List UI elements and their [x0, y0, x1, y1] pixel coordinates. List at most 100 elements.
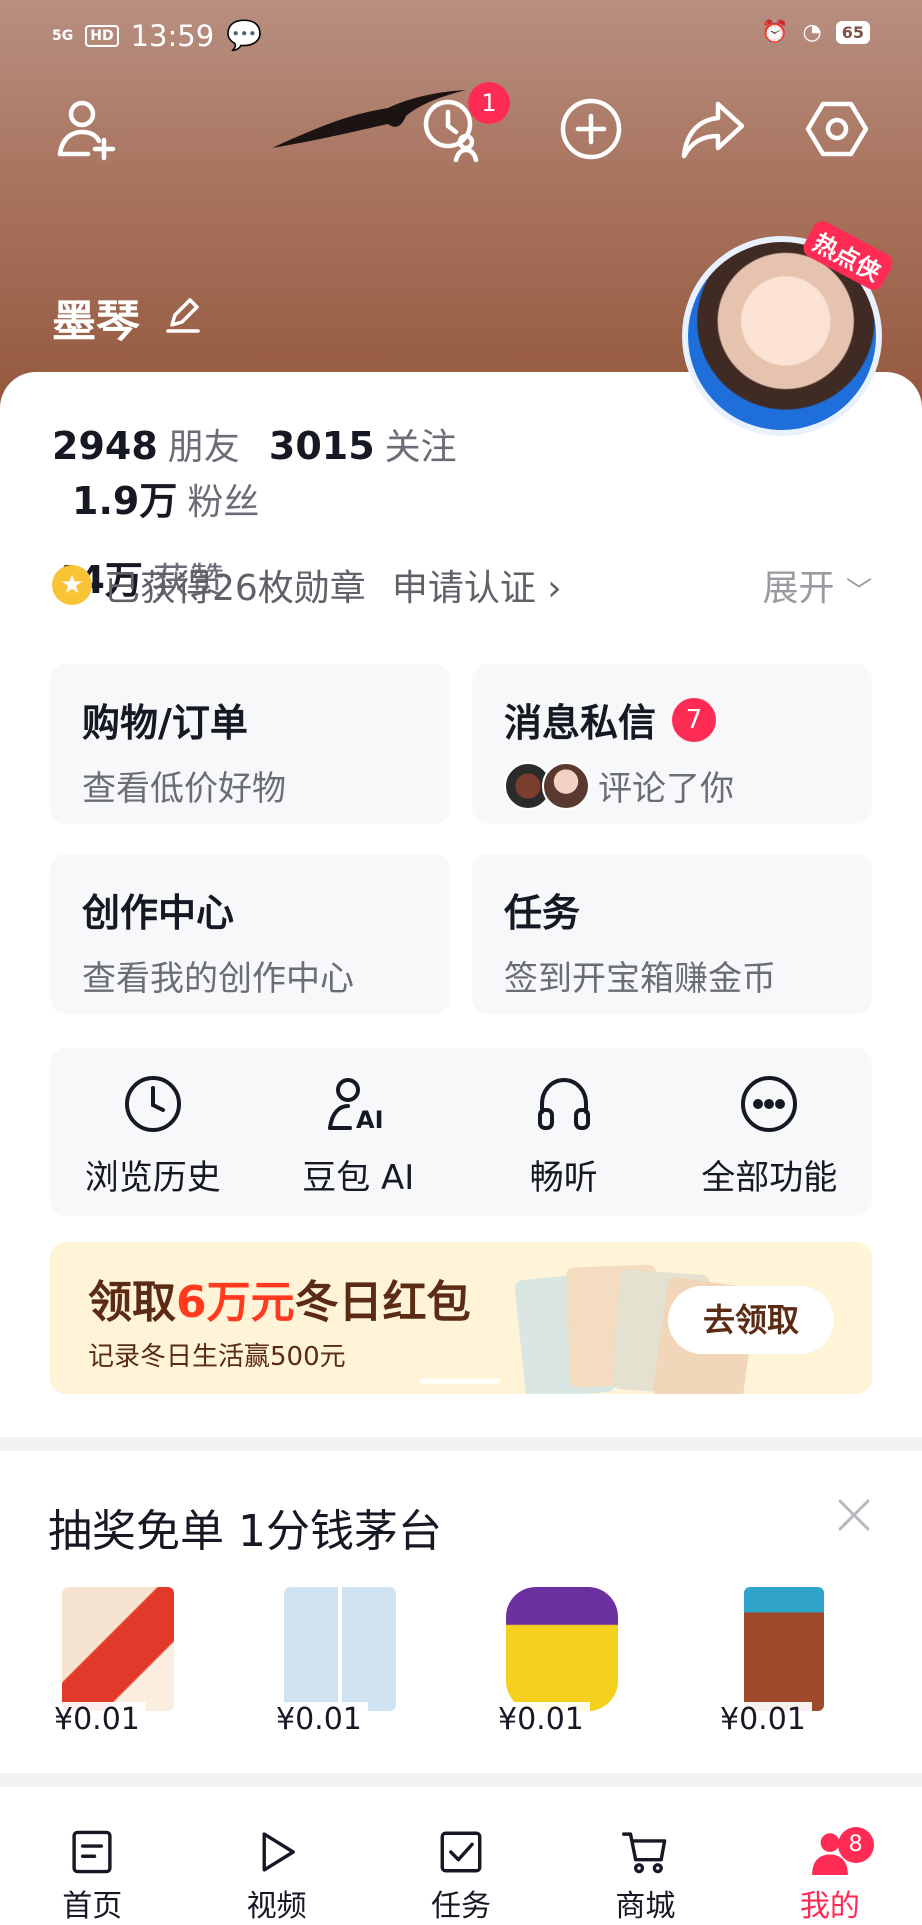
product-image: [62, 1587, 174, 1711]
card-subtitle: 签到开宝箱赚金币: [504, 959, 776, 999]
card-messages[interactable]: 消息私信 7 评论了你: [472, 664, 872, 824]
following-label: 关注: [384, 427, 457, 468]
wifi-icon: ◔: [802, 20, 822, 45]
medals-link[interactable]: 已获得26枚勋章: [104, 559, 366, 611]
banner-title: 领取6万元冬日红包: [88, 1266, 471, 1330]
winter-red-packet-banner[interactable]: 领取6万元冬日红包 记录冬日生活赢500元 去领取: [50, 1242, 872, 1394]
hd-indicator: HD: [85, 24, 119, 47]
shopping-cart-icon: [622, 1832, 667, 1874]
followers-label: 粉丝: [187, 482, 260, 523]
alarm-icon: ⏰: [761, 20, 789, 45]
checkbox-icon: [440, 1831, 482, 1873]
battery-level: 65: [835, 21, 870, 44]
svg-text:AI: AI: [356, 1106, 384, 1134]
tab-label: 视频: [246, 1889, 307, 1924]
clock-icon: [124, 1076, 181, 1132]
deal-title: 抽奖免单 1分钱茅台: [48, 1506, 442, 1557]
tab-video[interactable]: 视频: [184, 1787, 368, 1925]
card-subtitle: 查看我的创作中心: [82, 959, 354, 999]
banner-subtitle: 记录冬日生活赢500元: [88, 1342, 346, 1372]
tool-label: 豆包 AI: [302, 1158, 415, 1198]
settings-icon[interactable]: [804, 96, 870, 162]
banner-title-suffix: 冬日红包: [294, 1277, 471, 1328]
product-item[interactable]: ¥0.01: [270, 1587, 410, 1737]
add-icon[interactable]: [558, 96, 624, 162]
add-friend-icon[interactable]: [52, 96, 118, 162]
followers-count: 1.9万: [72, 479, 178, 523]
avatar: [542, 761, 590, 810]
chevron-down-icon: ﹀: [845, 577, 872, 607]
expand-label: 展开: [762, 568, 835, 609]
ai-assistant-icon: AI: [328, 1078, 384, 1134]
card-title: 购物/订单: [82, 701, 248, 745]
tab-label: 商城: [615, 1889, 676, 1924]
tab-tasks[interactable]: 任务: [369, 1787, 553, 1925]
tool-all-features[interactable]: 全部功能: [667, 1048, 873, 1216]
tab-label: 任务: [431, 1889, 492, 1924]
lottery-deal-section: 抽奖免单 1分钱茅台 ¥0.01 ¥0.01 ¥0.01 ¥0.01: [0, 1451, 922, 1773]
tab-home[interactable]: 首页: [0, 1787, 184, 1925]
card-title: 创作中心: [82, 891, 235, 935]
tool-label: 浏览历史: [84, 1158, 221, 1198]
wechat-notification-icon: 💬: [226, 18, 263, 52]
friends-label: 朋友: [167, 427, 240, 468]
carousel-indicator: [420, 1378, 500, 1384]
close-icon[interactable]: [834, 1495, 874, 1535]
clock-time: 13:59: [130, 18, 215, 53]
play-icon: [262, 1832, 295, 1872]
card-title: 任务: [504, 891, 581, 935]
headphones-icon: [537, 1077, 590, 1130]
me-notification-badge: 8: [837, 1827, 874, 1863]
share-icon[interactable]: [680, 96, 746, 162]
tab-label: 首页: [62, 1889, 123, 1924]
product-item[interactable]: ¥0.01: [492, 1587, 632, 1737]
profile-panel: 2948 朋友 3015 关注 1.9万 粉丝 44万 获赞 ★ 已获得26枚勋…: [0, 372, 922, 1437]
card-creator-center[interactable]: 创作中心 查看我的创作中心: [50, 854, 450, 1014]
apply-verification-link[interactable]: 申请认证 ›: [392, 559, 562, 611]
stat-followers[interactable]: 1.9万 粉丝: [72, 470, 259, 525]
home-icon: [72, 1830, 112, 1874]
product-item[interactable]: ¥0.01: [48, 1587, 188, 1737]
more-icon: [741, 1076, 798, 1132]
edit-name-icon[interactable]: [162, 295, 202, 339]
tool-doubao-ai[interactable]: AI 豆包 AI: [256, 1048, 462, 1216]
product-price: ¥0.01: [48, 1702, 146, 1737]
stat-friends[interactable]: 2948 朋友: [52, 418, 240, 470]
banner-title-prefix: 领取: [88, 1277, 176, 1328]
friend-notification-badge: 1: [468, 82, 510, 124]
card-shopping-orders[interactable]: 购物/订单 查看低价好物: [50, 664, 450, 824]
medal-icon: ★: [52, 565, 92, 605]
section-divider: [0, 1773, 922, 1787]
status-bar: 5G HD 13:59 💬 ⏰ ◔ 65: [0, 18, 922, 58]
friend-visitors-icon[interactable]: 1: [420, 82, 510, 163]
friends-count: 2948: [52, 424, 158, 468]
product-price: ¥0.01: [714, 1702, 812, 1737]
card-tasks[interactable]: 任务 签到开宝箱赚金币: [472, 854, 872, 1014]
quick-tools: 浏览历史 AI 豆包 AI 畅听 全部功能: [50, 1048, 872, 1216]
username: 墨琴: [52, 296, 140, 347]
tool-label: 畅听: [529, 1158, 598, 1198]
card-subtitle: 评论了你: [598, 769, 734, 809]
tab-me[interactable]: 8 我的: [738, 1787, 922, 1925]
tool-history[interactable]: 浏览历史: [50, 1048, 256, 1216]
card-title: 消息私信: [504, 701, 657, 745]
expand-button[interactable]: 展开 ﹀: [763, 559, 872, 611]
message-count-badge: 7: [672, 697, 717, 742]
card-subtitle: 查看低价好物: [82, 769, 286, 809]
tool-listen[interactable]: 畅听: [461, 1048, 667, 1216]
product-item[interactable]: ¥0.01: [714, 1587, 854, 1737]
banner-title-amount: 6万元: [176, 1277, 295, 1328]
signal-indicator: 5G: [52, 27, 74, 44]
stat-following[interactable]: 3015 关注: [269, 418, 457, 470]
claim-button[interactable]: 去领取: [668, 1286, 834, 1354]
product-image: [284, 1587, 396, 1711]
section-divider: [0, 1437, 922, 1451]
tab-label: 我的: [799, 1889, 860, 1924]
following-count: 3015: [268, 424, 375, 468]
avatar[interactable]: 热点侠: [682, 217, 897, 436]
tool-label: 全部功能: [701, 1158, 838, 1198]
bottom-tab-bar: 首页 视频 任务 商城 8 我的: [0, 1787, 922, 1925]
product-price: ¥0.01: [492, 1702, 590, 1737]
tab-mall[interactable]: 商城: [553, 1787, 737, 1925]
product-image: [744, 1587, 824, 1711]
